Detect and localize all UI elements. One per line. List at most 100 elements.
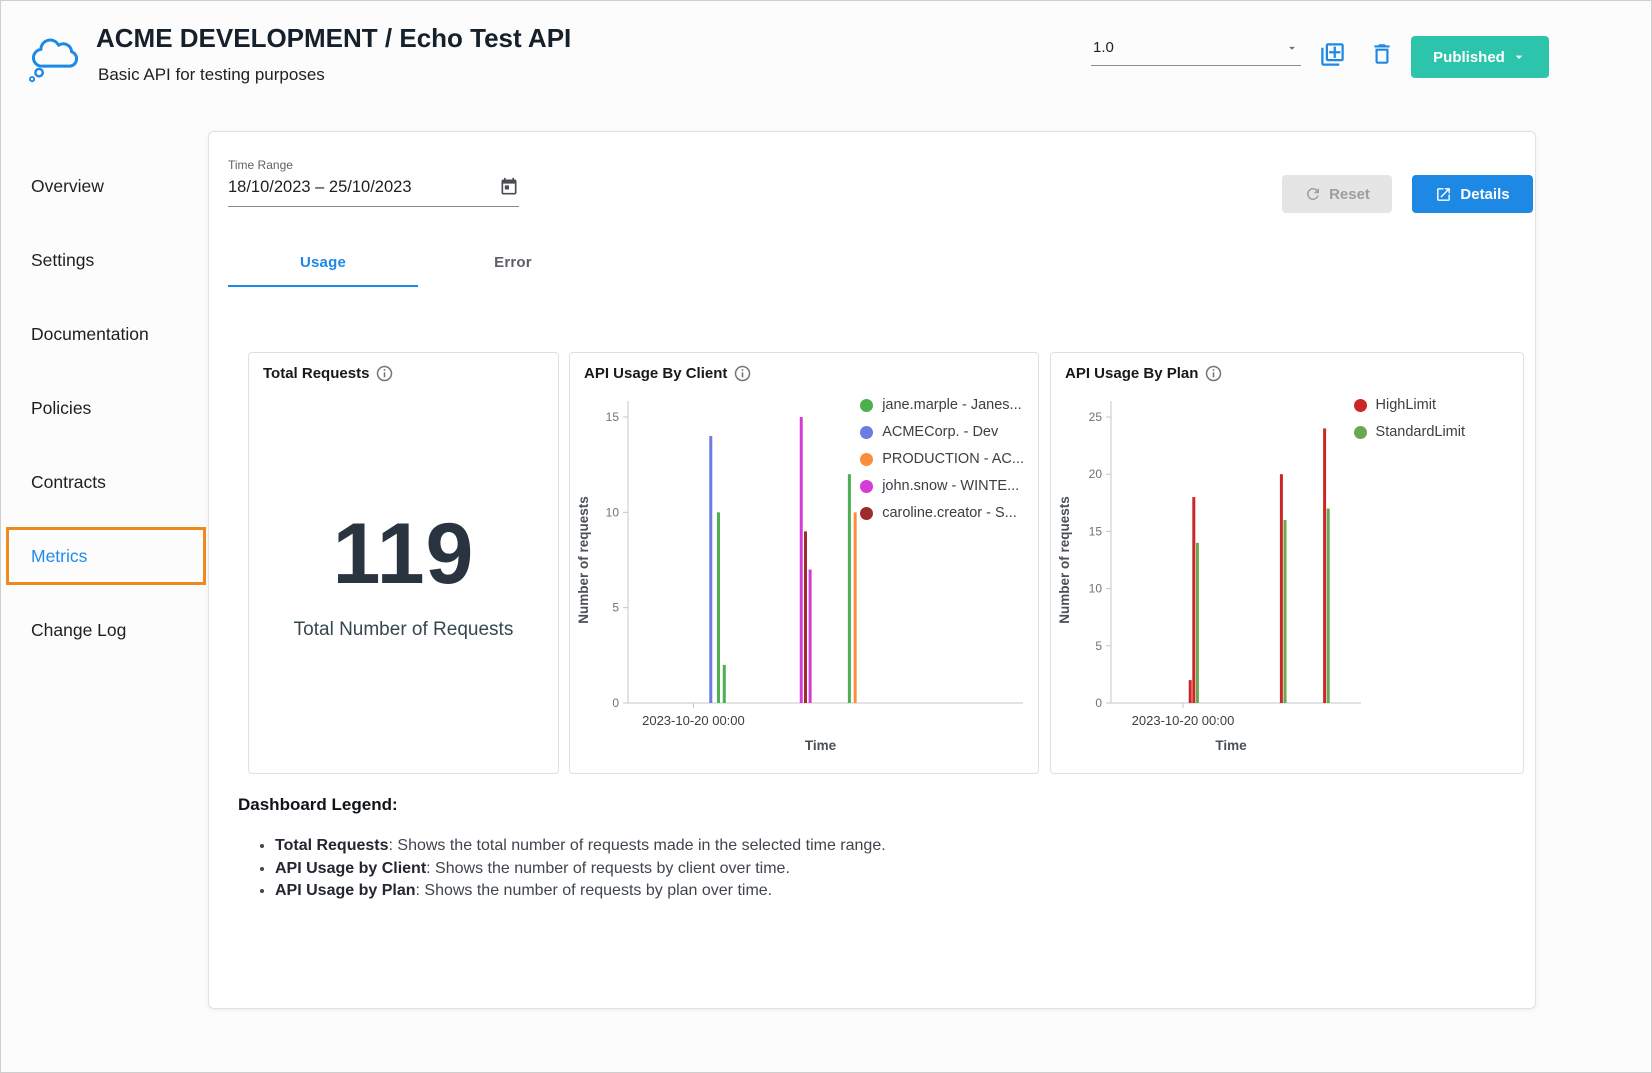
legend-dot-icon bbox=[860, 426, 873, 439]
svg-text:2023-10-20 00:00: 2023-10-20 00:00 bbox=[1132, 713, 1235, 728]
app-window: ACME DEVELOPMENT / Echo Test API Basic A… bbox=[0, 0, 1652, 1073]
info-icon[interactable] bbox=[1205, 365, 1222, 382]
version-select[interactable]: 1.0 bbox=[1091, 37, 1301, 66]
chevron-down-icon bbox=[1511, 49, 1527, 65]
svg-text:5: 5 bbox=[1095, 639, 1102, 653]
legend-series-label: jane.marple - Janes... bbox=[882, 397, 1021, 413]
details-label: Details bbox=[1460, 186, 1509, 203]
svg-text:0: 0 bbox=[612, 696, 619, 710]
chart-bar[interactable] bbox=[1327, 509, 1330, 703]
total-requests-value: 119 bbox=[249, 505, 558, 604]
open-in-new-icon bbox=[1435, 186, 1452, 203]
usage-by-plan-legend: HighLimit StandardLimit bbox=[1354, 397, 1465, 440]
legend-item[interactable]: StandardLimit bbox=[1354, 424, 1465, 440]
info-icon[interactable] bbox=[376, 365, 393, 382]
svg-text:5: 5 bbox=[612, 601, 619, 615]
chart-bar[interactable] bbox=[1196, 543, 1199, 703]
legend-term: API Usage by Client bbox=[275, 860, 426, 877]
legend-dot-icon bbox=[1354, 399, 1367, 412]
time-range-field[interactable]: Time Range 18/10/2023 – 25/10/2023 bbox=[228, 158, 519, 207]
svg-text:10: 10 bbox=[606, 505, 620, 519]
chevron-down-icon bbox=[1285, 41, 1299, 55]
svg-text:Time: Time bbox=[805, 738, 837, 753]
svg-text:2023-10-20 00:00: 2023-10-20 00:00 bbox=[642, 713, 745, 728]
legend-term: API Usage by Plan bbox=[275, 882, 416, 899]
metrics-panel: Time Range 18/10/2023 – 25/10/2023 Reset… bbox=[208, 131, 1536, 1009]
chart-bar[interactable] bbox=[809, 570, 812, 703]
chart-bar[interactable] bbox=[717, 512, 720, 703]
sidebar-item-documentation[interactable]: Documentation bbox=[1, 297, 208, 371]
sidebar-item-changelog[interactable]: Change Log bbox=[1, 593, 208, 667]
publish-status-label: Published bbox=[1433, 49, 1505, 66]
reset-label: Reset bbox=[1329, 186, 1370, 203]
legend-dot-icon bbox=[860, 480, 873, 493]
chart-bar[interactable] bbox=[1323, 428, 1326, 703]
svg-text:10: 10 bbox=[1089, 582, 1103, 596]
legend-dot-icon bbox=[860, 399, 873, 412]
sidebar-item-metrics[interactable]: Metrics bbox=[1, 519, 208, 593]
legend-item[interactable]: john.snow - WINTE... bbox=[860, 478, 1024, 494]
chart-bar[interactable] bbox=[1189, 680, 1192, 703]
chart-bar[interactable] bbox=[723, 665, 726, 703]
chart-bar[interactable] bbox=[1280, 474, 1283, 703]
svg-text:25: 25 bbox=[1089, 410, 1103, 424]
reset-icon bbox=[1304, 185, 1322, 203]
sidebar-nav: Overview Settings Documentation Policies… bbox=[1, 149, 208, 667]
sidebar-item-overview[interactable]: Overview bbox=[1, 149, 208, 223]
published-button[interactable]: Published bbox=[1411, 36, 1549, 78]
legend-series-label: HighLimit bbox=[1376, 397, 1436, 413]
sidebar-item-settings[interactable]: Settings bbox=[1, 223, 208, 297]
library-add-icon[interactable] bbox=[1319, 41, 1346, 71]
legend-item[interactable]: PRODUCTION - AC... bbox=[860, 451, 1024, 467]
svg-text:0: 0 bbox=[1095, 696, 1102, 710]
details-button[interactable]: Details bbox=[1412, 175, 1533, 213]
tab-usage[interactable]: Usage bbox=[228, 240, 418, 287]
chart-bar[interactable] bbox=[709, 436, 712, 703]
legend-item[interactable]: jane.marple - Janes... bbox=[860, 397, 1024, 413]
legend-item[interactable]: caroline.creator - S... bbox=[860, 505, 1024, 521]
time-range-value: 18/10/2023 – 25/10/2023 bbox=[228, 178, 412, 197]
chart-bar[interactable] bbox=[1284, 520, 1287, 703]
chart-bar[interactable] bbox=[804, 531, 807, 703]
legend-bullet: API Usage by Client: Shows the number of… bbox=[275, 858, 886, 881]
svg-text:15: 15 bbox=[606, 410, 620, 424]
legend-item[interactable]: ACMECorp. - Dev bbox=[860, 424, 1024, 440]
chart-bar[interactable] bbox=[800, 417, 803, 703]
card-title: API Usage By Client bbox=[584, 365, 727, 382]
legend-dot-icon bbox=[860, 507, 873, 520]
sidebar-item-contracts[interactable]: Contracts bbox=[1, 445, 208, 519]
page-title: ACME DEVELOPMENT / Echo Test API bbox=[96, 23, 571, 54]
reset-button[interactable]: Reset bbox=[1282, 175, 1392, 213]
page-subtitle: Basic API for testing purposes bbox=[98, 65, 325, 85]
legend-series-label: StandardLimit bbox=[1376, 424, 1465, 440]
legend-series-label: caroline.creator - S... bbox=[882, 505, 1017, 521]
cloud-logo-icon bbox=[27, 27, 79, 88]
chart-bar[interactable] bbox=[848, 474, 851, 703]
usage-by-client-legend: jane.marple - Janes... ACMECorp. - Dev PRO… bbox=[860, 397, 1024, 521]
svg-text:Number of requests: Number of requests bbox=[1057, 496, 1072, 624]
legend-desc: : Shows the total number of requests mad… bbox=[389, 837, 886, 854]
metrics-tabs: Usage Error bbox=[228, 240, 608, 287]
legend-series-label: PRODUCTION - AC... bbox=[882, 451, 1024, 467]
time-range-label: Time Range bbox=[228, 158, 519, 172]
version-value: 1.0 bbox=[1093, 39, 1114, 56]
usage-by-plan-card: API Usage By Plan 05101520252023-10-20 0… bbox=[1050, 352, 1524, 774]
legend-desc: : Shows the number of requests by client… bbox=[426, 860, 790, 877]
svg-text:Time: Time bbox=[1215, 738, 1247, 753]
legend-item[interactable]: HighLimit bbox=[1354, 397, 1465, 413]
chart-bar[interactable] bbox=[854, 512, 857, 703]
dashboard-legend-list: Total Requests: Shows the total number o… bbox=[257, 835, 886, 903]
legend-series-label: ACMECorp. - Dev bbox=[882, 424, 998, 440]
legend-bullet: Total Requests: Shows the total number o… bbox=[275, 835, 886, 858]
sidebar-item-policies[interactable]: Policies bbox=[1, 371, 208, 445]
calendar-icon[interactable] bbox=[499, 177, 519, 197]
dashboard-legend-title: Dashboard Legend: bbox=[238, 795, 398, 815]
total-requests-card: Total Requests 119 Total Number of Reque… bbox=[248, 352, 559, 774]
info-icon[interactable] bbox=[734, 365, 751, 382]
legend-bullet: API Usage by Plan: Shows the number of r… bbox=[275, 880, 886, 903]
delete-icon[interactable] bbox=[1369, 41, 1395, 70]
tab-error[interactable]: Error bbox=[418, 240, 608, 287]
chart-bar[interactable] bbox=[1192, 497, 1195, 703]
usage-by-client-card: API Usage By Client 0 5 10 15 2023-10-20 00:… bbox=[569, 352, 1039, 774]
legend-desc: : Shows the number of requests by plan o… bbox=[416, 882, 773, 899]
